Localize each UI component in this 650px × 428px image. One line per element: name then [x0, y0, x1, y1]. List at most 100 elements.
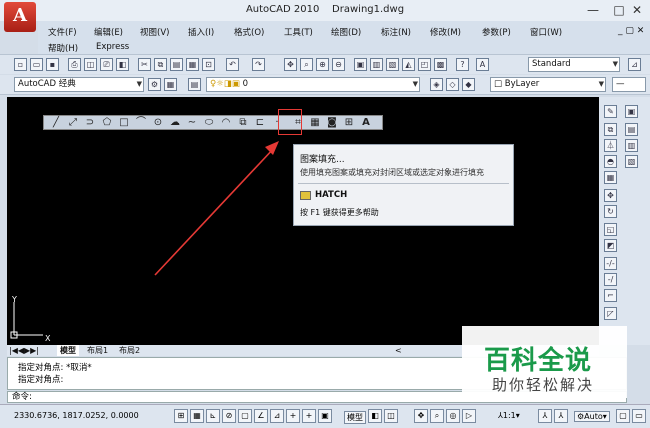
steering-wheel-icon[interactable]: ◎: [446, 409, 460, 423]
menu-help[interactable]: 帮助(H): [48, 42, 78, 54]
extend-icon[interactable]: -/: [604, 273, 617, 286]
layer-select[interactable]: ♀☼◨▣ 0 ▼: [206, 77, 420, 92]
preview-icon[interactable]: ◫: [84, 58, 97, 71]
bring-front-icon[interactable]: ▤: [625, 123, 638, 136]
ortho-mode-icon[interactable]: ⊾: [206, 409, 220, 423]
array-icon[interactable]: ▦: [604, 171, 617, 184]
stretch-icon[interactable]: ◩: [604, 239, 617, 252]
help-icon[interactable]: ?: [456, 58, 469, 71]
model-space-button[interactable]: 模型: [344, 411, 366, 424]
trim-icon[interactable]: -/-: [604, 257, 617, 270]
linetype-select[interactable]: —: [612, 77, 646, 92]
save-icon[interactable]: ▪: [46, 58, 59, 71]
chamfer-icon[interactable]: ◸: [604, 307, 617, 320]
copy-object-icon[interactable]: ⧉: [604, 123, 617, 136]
dynamic-input-icon[interactable]: +: [286, 409, 300, 423]
layer-previous-icon[interactable]: ◇: [446, 78, 459, 91]
sheet-set-icon[interactable]: ◭: [402, 58, 415, 71]
move-icon[interactable]: ✥: [604, 189, 617, 202]
object-snap-tracking-icon[interactable]: ∠: [254, 409, 268, 423]
mirror-icon[interactable]: ⏃: [604, 139, 617, 152]
tab-nav-arrows[interactable]: |◀◀▶▶|: [9, 345, 39, 356]
text-style-select[interactable]: Standard ▼: [528, 57, 620, 72]
annotation-scale[interactable]: ⅄1:1▾: [498, 411, 520, 420]
copy-icon[interactable]: ⧉: [154, 58, 167, 71]
cut-icon[interactable]: ✂: [138, 58, 151, 71]
quickcalc-icon[interactable]: ▩: [434, 58, 447, 71]
menu-express[interactable]: Express: [96, 42, 129, 52]
annotation-visibility-icon[interactable]: ⅄: [538, 409, 552, 423]
menu-modify[interactable]: 修改(M): [430, 26, 461, 38]
object-snap-icon[interactable]: ▢: [238, 409, 252, 423]
redo-icon[interactable]: ↷: [252, 58, 265, 71]
menu-view[interactable]: 视图(V): [140, 26, 169, 38]
quick-properties-icon[interactable]: ▣: [318, 409, 332, 423]
menu-file[interactable]: 文件(F): [48, 26, 77, 38]
undo-icon[interactable]: ↶: [226, 58, 239, 71]
block-editor-icon[interactable]: ⊡: [202, 58, 215, 71]
pan-status-icon[interactable]: ✥: [414, 409, 428, 423]
properties-icon[interactable]: ▣: [354, 58, 367, 71]
zoom-realtime-icon[interactable]: ⌕: [300, 58, 313, 71]
workspace-select[interactable]: AutoCAD 经典 ▼: [14, 77, 144, 92]
close-button[interactable]: ✕: [624, 2, 650, 18]
tool-palettes-icon[interactable]: ▧: [386, 58, 399, 71]
menu-window[interactable]: 窗口(W): [530, 26, 562, 38]
layer-state-icon[interactable]: ◆: [462, 78, 475, 91]
zoom-status-icon[interactable]: ⌕: [430, 409, 444, 423]
tab-layout2[interactable]: 布局2: [119, 345, 140, 356]
offset-icon[interactable]: ◓: [604, 155, 617, 168]
break-icon[interactable]: ⌐: [604, 289, 617, 302]
horizontal-scroll-left[interactable]: <: [395, 345, 402, 356]
dynamic-ucs-icon[interactable]: ⊿: [270, 409, 284, 423]
workspace-switch[interactable]: ⚙Auto▾: [574, 411, 610, 422]
document-window-controls[interactable]: _ ▢ ✕: [618, 26, 644, 36]
workspace-icon[interactable]: ▦: [164, 78, 177, 91]
menu-dimension[interactable]: 标注(N): [381, 26, 411, 38]
draw-order-icon[interactable]: ▣: [625, 105, 638, 118]
markup-icon[interactable]: ◰: [418, 58, 431, 71]
scale-icon[interactable]: ◱: [604, 223, 617, 236]
clean-screen-icon[interactable]: ▭: [632, 409, 646, 423]
rotate-icon[interactable]: ↻: [604, 205, 617, 218]
zoom-window-icon[interactable]: ⊕: [316, 58, 329, 71]
snap-mode-icon[interactable]: ⊞: [174, 409, 188, 423]
layer-properties-icon[interactable]: ▤: [188, 78, 201, 91]
make-current-layer-icon[interactable]: ◈: [430, 78, 443, 91]
menu-insert[interactable]: 插入(I): [188, 26, 214, 38]
menu-tools[interactable]: 工具(T): [284, 26, 313, 38]
minimize-button[interactable]: —: [580, 2, 606, 18]
zoom-previous-icon[interactable]: ⊖: [332, 58, 345, 71]
grid-display-icon[interactable]: ▦: [190, 409, 204, 423]
pan-icon[interactable]: ✥: [284, 58, 297, 71]
match-properties-icon[interactable]: ▦: [186, 58, 199, 71]
text-style-icon[interactable]: A: [476, 58, 489, 71]
color-select[interactable]: □ ByLayer ▼: [490, 77, 606, 92]
menu-draw[interactable]: 绘图(D): [331, 26, 361, 38]
menu-edit[interactable]: 编辑(E): [94, 26, 123, 38]
plot-icon[interactable]: ⎚: [100, 58, 113, 71]
polar-tracking-icon[interactable]: ⊘: [222, 409, 236, 423]
tab-layout1[interactable]: 布局1: [87, 345, 108, 356]
open-icon[interactable]: ▭: [30, 58, 43, 71]
design-center-icon[interactable]: ▥: [370, 58, 383, 71]
print-icon[interactable]: ⎙: [68, 58, 81, 71]
new-icon[interactable]: ▫: [14, 58, 27, 71]
auto-scale-icon[interactable]: ⅄: [554, 409, 568, 423]
paste-icon[interactable]: ▤: [170, 58, 183, 71]
send-back-icon[interactable]: ▥: [625, 139, 638, 152]
menu-parameters[interactable]: 参数(P): [482, 26, 511, 38]
text-front-icon[interactable]: ▧: [625, 155, 638, 168]
tab-model[interactable]: 模型: [57, 345, 79, 356]
publish-icon[interactable]: ◧: [116, 58, 129, 71]
quick-view-drawings-icon[interactable]: ◫: [384, 409, 398, 423]
application-menu-button[interactable]: A: [4, 2, 36, 32]
erase-icon[interactable]: ✎: [604, 105, 617, 118]
workspace-settings-icon[interactable]: ⚙: [148, 78, 161, 91]
toolbar-lock-icon[interactable]: ▢: [616, 409, 630, 423]
showmotion-icon[interactable]: ▷: [462, 409, 476, 423]
lineweight-icon[interactable]: +: [302, 409, 316, 423]
quick-view-layouts-icon[interactable]: ◧: [368, 409, 382, 423]
menu-format[interactable]: 格式(O): [234, 26, 264, 38]
dimension-style-icon[interactable]: ⊿: [628, 58, 641, 71]
